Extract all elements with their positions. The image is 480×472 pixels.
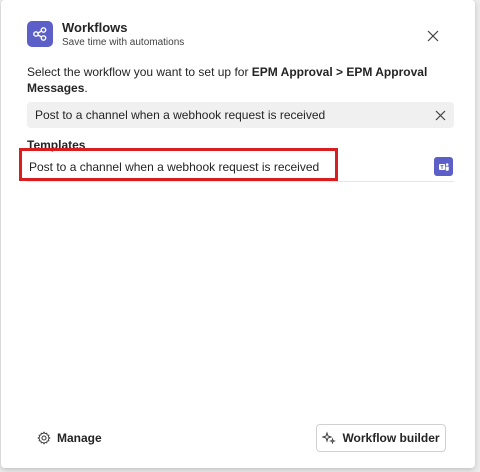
prompt-team: EPM Approval [251,65,333,79]
sparkle-icon [322,431,337,445]
clear-search-button[interactable] [430,105,450,125]
prompt-prefix: Select the workflow you want to set up f… [27,65,252,79]
manage-label: Manage [57,431,102,445]
templates-heading: Templates [27,138,86,152]
workflows-dialog: Workflows Save time with automations Sel… [1,0,475,468]
template-item[interactable]: Post to a channel when a webhook request… [27,151,454,182]
prompt-suffix: . [84,81,88,95]
clear-icon [435,110,445,120]
search-input-value: Post to a channel when a webhook request… [35,108,326,122]
template-item-label: Post to a channel when a webhook request… [29,160,320,174]
dialog-subtitle: Save time with automations [62,37,185,48]
setup-prompt: Select the workflow you want to set up f… [27,64,447,96]
workflows-icon [27,21,53,47]
close-button[interactable] [421,24,445,48]
gear-icon [37,431,51,445]
teams-icon [434,157,453,176]
close-icon [427,30,439,42]
manage-button[interactable]: Manage [37,428,102,448]
search-input[interactable]: Post to a channel when a webhook request… [27,102,454,128]
prompt-separator: > [332,65,347,79]
dialog-title: Workflows [62,20,128,35]
workflow-builder-button[interactable]: Workflow builder [316,424,446,452]
workflow-builder-label: Workflow builder [342,431,440,445]
